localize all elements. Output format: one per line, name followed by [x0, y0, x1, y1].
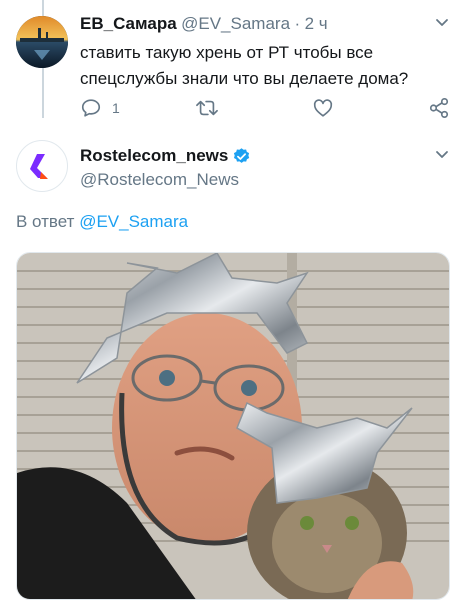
- like-icon: [313, 99, 333, 117]
- avatar[interactable]: [16, 16, 68, 68]
- like-button[interactable]: [312, 97, 334, 119]
- tweet-time[interactable]: 2 ч: [305, 14, 328, 33]
- tweet-header: Rostelecom_news: [80, 146, 251, 166]
- chevron-down-icon[interactable]: [434, 14, 450, 35]
- reply-to-link[interactable]: @EV_Samara: [79, 212, 188, 231]
- tweet-text: ставить такую хрень от РТ чтобы все спец…: [80, 40, 450, 92]
- user-handle[interactable]: @EV_Samara: [181, 14, 290, 33]
- avatar[interactable]: [16, 140, 68, 192]
- reply-button[interactable]: 1: [80, 97, 120, 119]
- user-handle[interactable]: @Rostelecom_News: [80, 170, 239, 190]
- share-icon: [429, 98, 449, 118]
- tweet-text-line: ставить такую хрень от РТ чтобы все: [80, 43, 374, 62]
- tweet-text-line: спецслужбы знали что вы делаете дома?: [80, 69, 409, 88]
- display-name[interactable]: Rostelecom_news: [80, 146, 228, 166]
- display-name[interactable]: ЕВ_Самара: [80, 14, 177, 33]
- tweet-header: ЕВ_Самара @EV_Samara · 2 ч: [80, 14, 328, 34]
- reply-prefix: В ответ: [16, 212, 75, 231]
- share-button[interactable]: [428, 97, 450, 119]
- retweet-button[interactable]: [195, 97, 219, 119]
- photo-image: [17, 253, 449, 599]
- reply-context: В ответ @EV_Samara: [16, 212, 188, 232]
- rostelecom-logo-icon: [30, 154, 48, 179]
- avatar-image: [16, 16, 68, 68]
- tweet-photo[interactable]: [16, 252, 450, 600]
- retweet-icon: [196, 100, 218, 116]
- chevron-down-icon[interactable]: [434, 146, 450, 167]
- separator: ·: [294, 14, 301, 33]
- reply-icon: [81, 99, 101, 117]
- verified-badge-icon: [232, 147, 251, 166]
- reply-count: 1: [112, 100, 120, 116]
